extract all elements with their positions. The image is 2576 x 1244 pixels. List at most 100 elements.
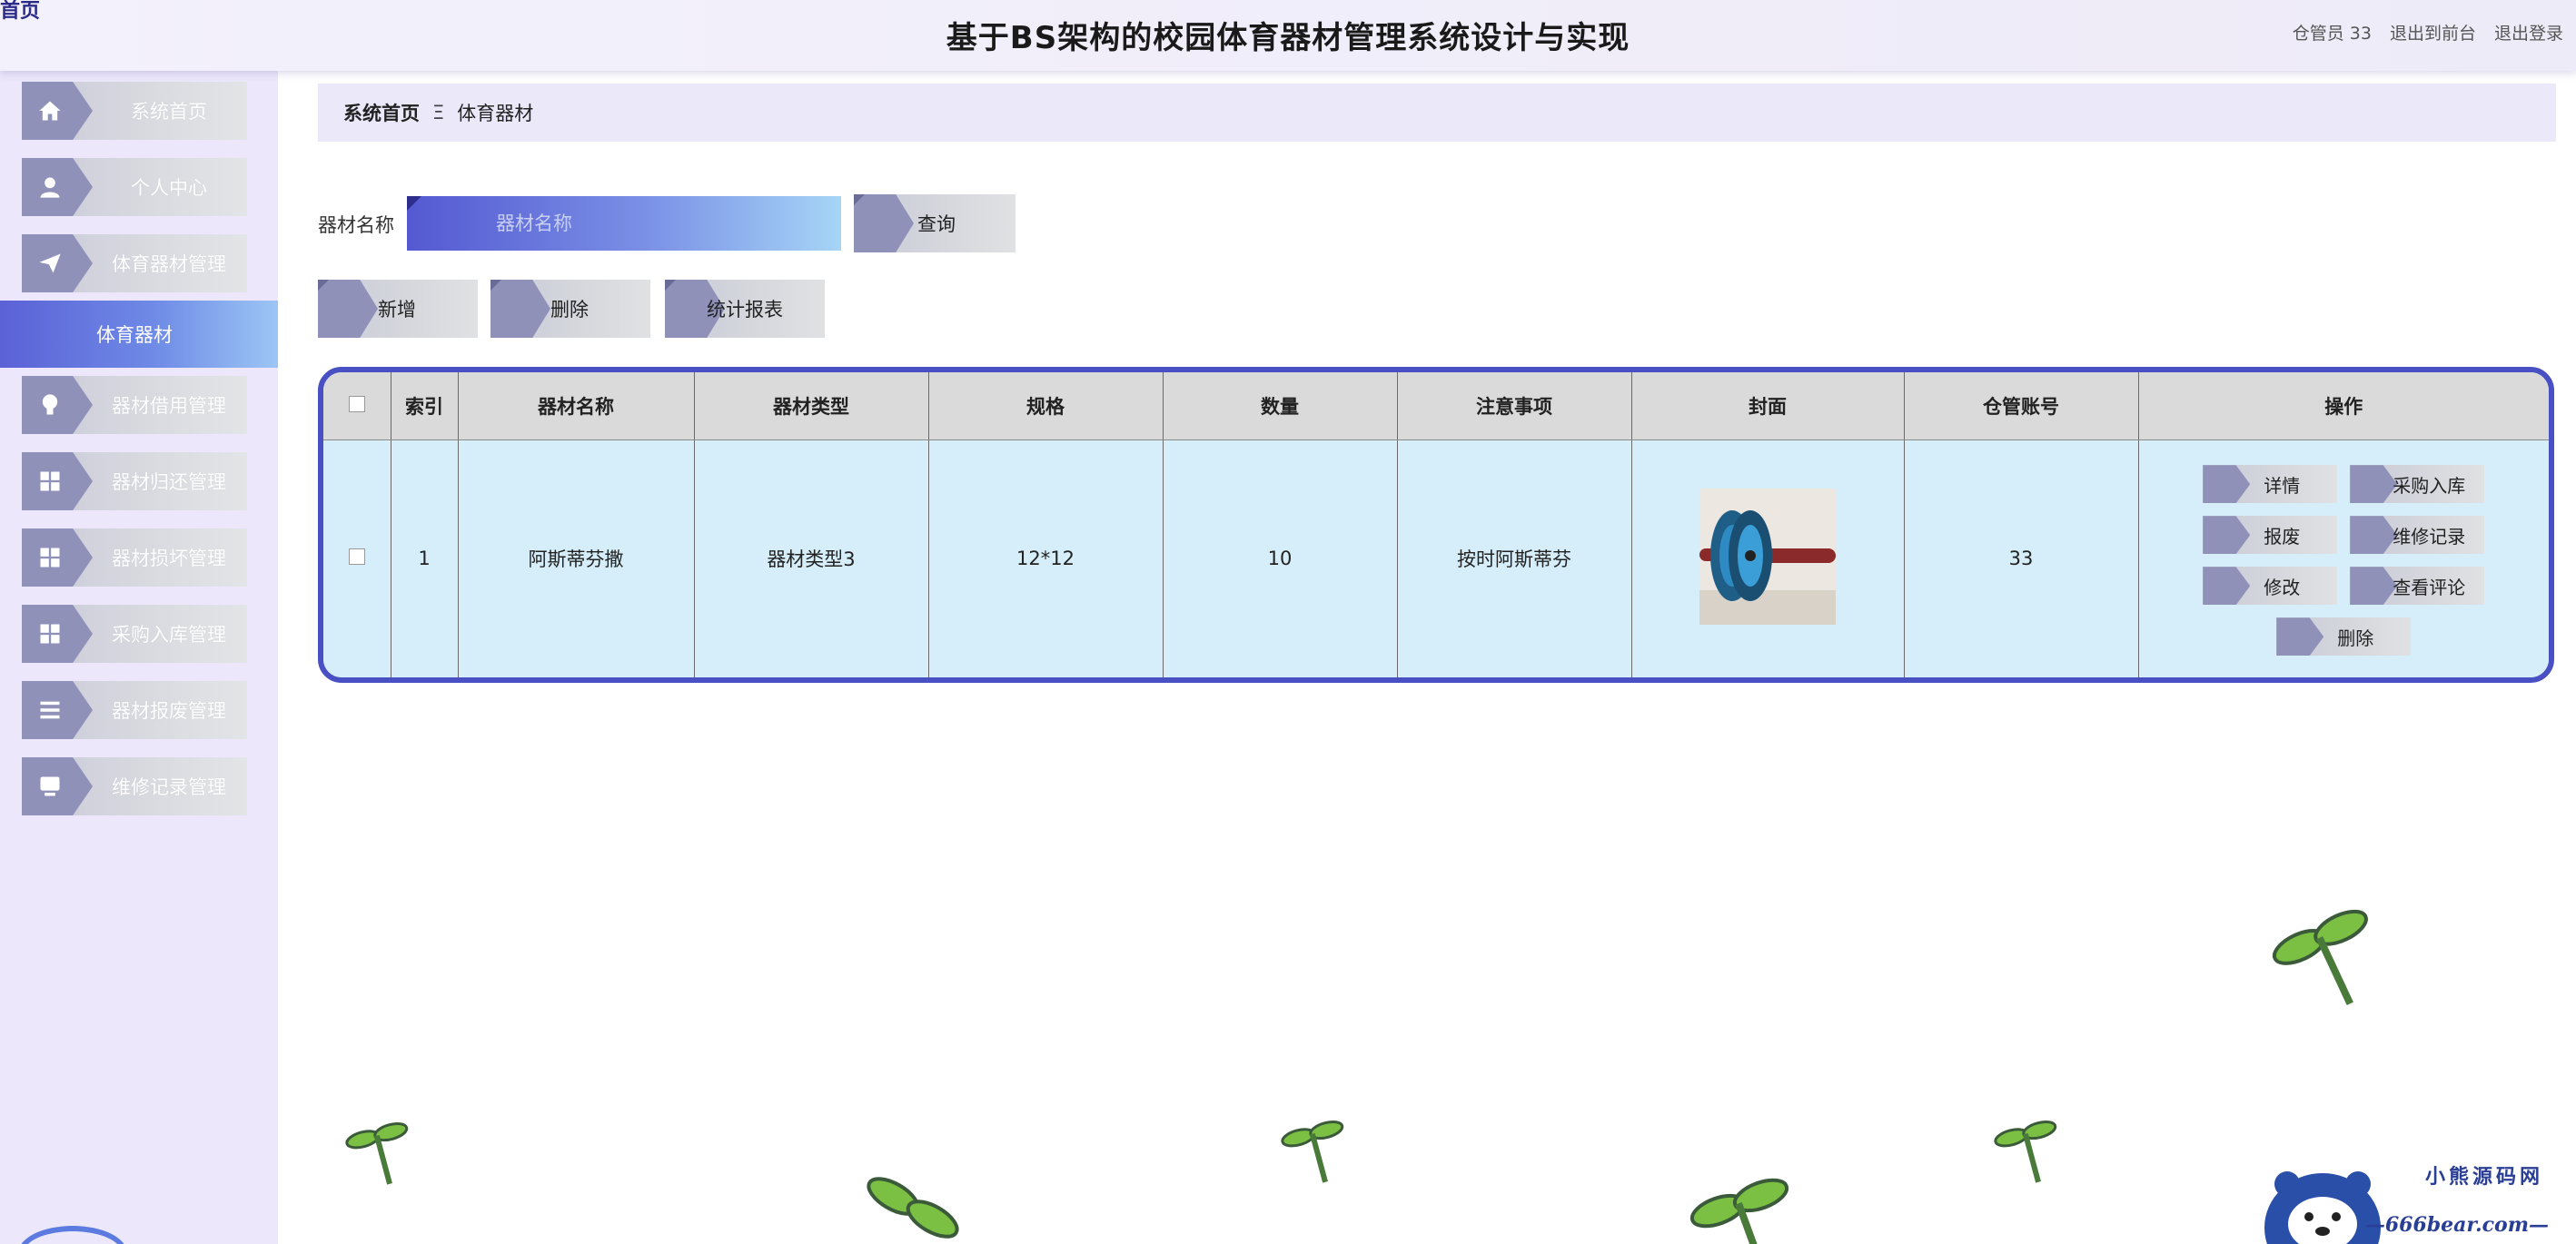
row-delete-button-label: 删除 [2337, 627, 2374, 649]
bamboo-copter-icon [2272, 909, 2368, 1005]
search-input-wrapper [407, 196, 841, 251]
user-label: 仓管员 33 [2292, 24, 2372, 44]
cell-index: 1 [391, 439, 459, 677]
paper-plane-icon [22, 234, 93, 292]
cell-quantity: 10 [1163, 439, 1398, 677]
sidebar: 系统首页 个人中心 体育器材管理 体育器材 器材借用管理 器材归还管理 器材损坏… [0, 71, 278, 1244]
scrap-button-label: 报废 [2264, 525, 2301, 548]
sidebar-item-equipment[interactable]: 体育器材管理 [22, 234, 247, 292]
breadcrumb-current: 体育器材 [457, 103, 534, 124]
view-comments-button[interactable]: 查看评论 [2350, 567, 2485, 606]
column-header: 索引 [391, 372, 459, 440]
ab-wheel-image [1699, 488, 1836, 625]
sidebar-item-repair[interactable]: 维修记录管理 [22, 757, 247, 815]
sidebar-item-label: 体育器材管理 [112, 253, 226, 275]
column-header: 器材名称 [458, 372, 695, 440]
column-header: 器材类型 [694, 372, 929, 440]
column-header: 规格 [928, 372, 1164, 440]
search-label: 器材名称 [318, 214, 394, 236]
column-header: 封面 [1631, 372, 1905, 440]
sidebar-decoration [18, 1226, 127, 1244]
list-icon [22, 681, 93, 739]
sidebar-item-borrow[interactable]: 器材借用管理 [22, 376, 247, 434]
row-select-cell [323, 439, 391, 677]
watermark-subtitle: —666bear.com— [2364, 1213, 2549, 1237]
column-header: 操作 [2138, 372, 2549, 440]
edit-button[interactable]: 修改 [2203, 567, 2338, 606]
scrap-button[interactable]: 报废 [2203, 516, 2338, 555]
detail-button[interactable]: 详情 [2203, 465, 2338, 504]
grid-icon [22, 528, 93, 587]
sidebar-subitem-equipment[interactable]: 体育器材 [0, 301, 278, 368]
sidebar-item-label: 采购入库管理 [112, 624, 226, 646]
user-icon [22, 158, 93, 216]
sidebar-item-label: 器材报废管理 [112, 700, 226, 722]
row-checkbox[interactable] [348, 548, 365, 566]
exit-front-link[interactable]: 退出到前台 [2390, 20, 2476, 44]
report-button-label: 统计报表 [707, 299, 783, 321]
bamboo-copter-icon [1281, 1121, 1344, 1183]
row-delete-button[interactable]: 删除 [2276, 617, 2412, 657]
sidebar-item-label: 个人中心 [131, 177, 207, 199]
watermark-title: 小熊源码网 [2424, 1165, 2543, 1189]
add-button[interactable]: 新增 [318, 280, 478, 338]
repair-record-button-label: 维修记录 [2393, 525, 2466, 548]
header-links: 仓管员 33 退出到前台 退出登录 [2293, 20, 2563, 44]
delete-button[interactable]: 删除 [490, 280, 650, 338]
header-select-all [323, 372, 391, 440]
top-header: 首页 基于BS架构的校园体育器材管理系统设计与实现 仓管员 33 退出到前台 退… [0, 0, 2576, 71]
breadcrumb: 系统首页 Ξ 体育器材 [318, 84, 2556, 142]
sidebar-item-damage[interactable]: 器材损坏管理 [22, 528, 247, 587]
table-header-row: 索引 器材名称 器材类型 规格 数量 注意事项 封面 仓管账号 操作 [323, 372, 2549, 440]
sidebar-item-label: 器材归还管理 [112, 471, 226, 493]
sidebar-item-label: 器材借用管理 [112, 395, 226, 417]
query-button[interactable]: 查询 [854, 194, 1016, 252]
grid-icon [22, 452, 93, 510]
query-button-label: 查询 [917, 213, 956, 235]
search-input[interactable] [407, 196, 841, 251]
purchase-in-button[interactable]: 采购入库 [2350, 465, 2485, 504]
monitor-icon [22, 757, 93, 815]
add-button-label: 新增 [378, 299, 416, 321]
bamboo-copter-icon [867, 1177, 959, 1239]
column-header: 数量 [1163, 372, 1398, 440]
report-button[interactable]: 统计报表 [665, 280, 825, 338]
grid-icon [22, 605, 93, 663]
select-all-checkbox[interactable] [348, 395, 365, 412]
cell-type: 器材类型3 [694, 439, 929, 677]
sidebar-item-home[interactable]: 系统首页 [22, 82, 247, 140]
cell-cover [1631, 439, 1905, 677]
cell-account: 33 [1904, 439, 2139, 677]
lightbulb-icon [22, 376, 93, 434]
sidebar-item-scrap[interactable]: 器材报废管理 [22, 681, 247, 739]
sidebar-item-return[interactable]: 器材归还管理 [22, 452, 247, 510]
table-row: 1 阿斯蒂芬撒 器材类型3 12*12 10 按时阿斯蒂芬 33 详情 采购入库… [323, 439, 2549, 677]
row-actions: 详情 采购入库 报废 维修记录 修改 查看评论 删除 [2139, 461, 2550, 657]
sidebar-item-label: 系统首页 [131, 101, 207, 123]
cell-actions: 详情 采购入库 报废 维修记录 修改 查看评论 删除 [2138, 439, 2549, 677]
sidebar-item-label: 器材损坏管理 [112, 548, 226, 569]
bamboo-copter-icon [1994, 1121, 2057, 1183]
home-icon [22, 82, 93, 140]
page-title: 基于BS架构的校园体育器材管理系统设计与实现 [946, 20, 1630, 56]
detail-button-label: 详情 [2264, 474, 2301, 497]
breadcrumb-home[interactable]: 系统首页 [343, 99, 420, 126]
cover-image[interactable] [1699, 488, 1836, 625]
sidebar-item-label: 维修记录管理 [112, 776, 226, 798]
breadcrumb-separator: Ξ [432, 102, 445, 123]
column-header: 仓管账号 [1904, 372, 2139, 440]
purchase-in-button-label: 采购入库 [2393, 474, 2466, 497]
cell-spec: 12*12 [928, 439, 1164, 677]
cell-name: 阿斯蒂芬撒 [458, 439, 695, 677]
equipment-table: 索引 器材名称 器材类型 规格 数量 注意事项 封面 仓管账号 操作 1 阿斯蒂… [318, 367, 2554, 683]
sidebar-item-purchase[interactable]: 采购入库管理 [22, 605, 247, 663]
delete-button-label: 删除 [550, 299, 589, 321]
view-comments-button-label: 查看评论 [2393, 576, 2466, 598]
bamboo-copter-icon [345, 1122, 409, 1185]
repair-record-button[interactable]: 维修记录 [2350, 516, 2485, 555]
edit-button-label: 修改 [2264, 576, 2301, 598]
cell-notes: 按时阿斯蒂芬 [1397, 439, 1632, 677]
column-header: 注意事项 [1397, 372, 1632, 440]
sidebar-item-profile[interactable]: 个人中心 [22, 158, 247, 216]
logout-link[interactable]: 退出登录 [2494, 20, 2563, 44]
